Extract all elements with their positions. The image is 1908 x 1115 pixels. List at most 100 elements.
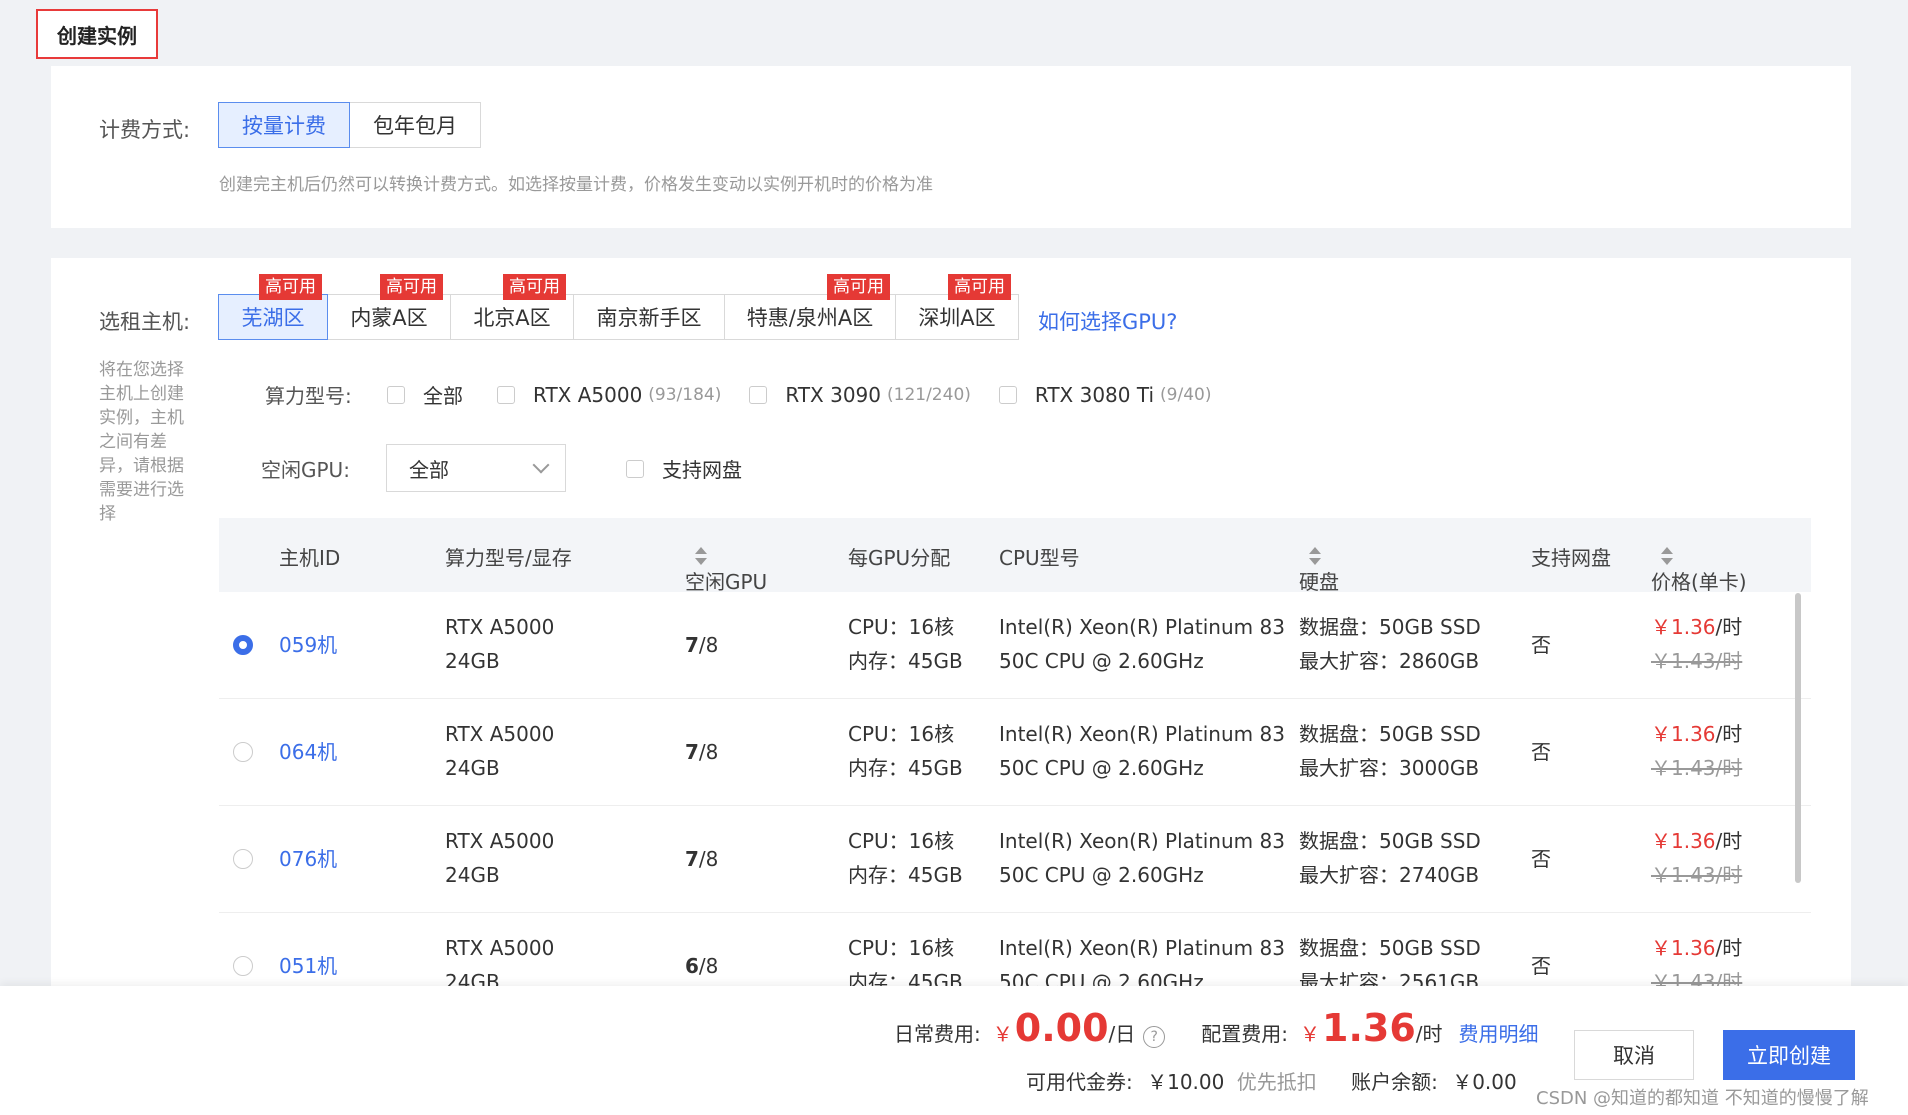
- model-filters: 全部 RTX A5000 (93/184) RTX 3090 (121/240) R…: [387, 380, 1239, 409]
- sort-icon[interactable]: [1661, 546, 1673, 565]
- billing-label: 计费方式:: [99, 118, 191, 142]
- model-filter-label: RTX A5000: [533, 382, 643, 407]
- col-per-gpu: 每GPU分配: [848, 546, 951, 570]
- cost-detail-link[interactable]: 费用明细: [1459, 1018, 1539, 1047]
- row-radio[interactable]: [233, 849, 253, 869]
- gpu-help-link[interactable]: 如何选择GPU?: [1038, 306, 1177, 336]
- netdisk-support: 否: [1531, 954, 1551, 978]
- region-name: 深圳A区: [918, 306, 996, 330]
- table-body: 059机 RTX A5000 24GB 7/8 CPU：16核 内存：45GB Intel(…: [219, 592, 1811, 1018]
- model-count: (9/40): [1160, 384, 1212, 405]
- balance-value: ￥0.00: [1452, 1070, 1517, 1094]
- sort-icon[interactable]: [695, 546, 707, 565]
- region-name: 特惠/泉州A区: [746, 306, 874, 330]
- voucher-label: 可用代金券:: [1026, 1070, 1133, 1094]
- col-model: 算力型号/显存: [445, 546, 572, 570]
- model-filter-all[interactable]: 全部: [387, 380, 469, 409]
- mem-alloc: 内存：45GB: [848, 863, 963, 887]
- model-count: (93/184): [648, 384, 722, 405]
- gpu-vram: 24GB: [445, 756, 500, 780]
- region-tabs: 高可用 芜湖区 高可用 内蒙A区 高可用 北京A区 南京新手区 高可用 特惠/泉…: [218, 274, 1019, 340]
- row-radio[interactable]: [233, 635, 253, 655]
- col-price[interactable]: 价格(单卡): [1651, 542, 1747, 594]
- config-cost-label: 配置费用:: [1201, 1022, 1289, 1046]
- model-count: (121/240): [887, 384, 971, 405]
- help-icon[interactable]: ?: [1143, 1026, 1166, 1048]
- balance-label: 账户余额:: [1351, 1070, 1438, 1094]
- billing-card: 计费方式: 按量计费 包年包月 创建完主机后仍然可以转换计费方式。如选择按量计费…: [51, 66, 1851, 228]
- select-value: 全部: [409, 457, 449, 482]
- sort-icon[interactable]: [1309, 546, 1321, 565]
- host-card: 选租主机: 将在您选择主机上创建实例，主机之间有差异，请根据需要进行选择 高可用…: [51, 258, 1851, 1018]
- region-tab-neimeng-a[interactable]: 高可用 内蒙A区: [327, 274, 451, 340]
- col-cpu: CPU型号: [999, 546, 1080, 570]
- billing-option-pay-as-you-go[interactable]: 按量计费: [218, 102, 350, 148]
- gpu-model: RTX A5000: [445, 722, 555, 746]
- yen-symbol: ￥: [1300, 1022, 1321, 1046]
- billing-option-subscription[interactable]: 包年包月: [349, 102, 481, 148]
- config-cost-value: 1.36: [1322, 1006, 1416, 1050]
- idle-gpu-select[interactable]: 全部: [386, 444, 566, 492]
- checkbox[interactable]: [387, 385, 405, 404]
- host-side-note: 将在您选择主机上创建实例，主机之间有差异，请根据需要进行选择: [99, 360, 184, 524]
- yen-symbol: ￥: [992, 1022, 1013, 1046]
- checkbox[interactable]: [998, 385, 1017, 404]
- region-tab-wuhu[interactable]: 高可用 芜湖区: [218, 274, 328, 340]
- table-row[interactable]: 064机 RTX A5000 24GB 7/8 CPU：16核 内存：45GB Intel(…: [219, 699, 1811, 806]
- cpu-alloc: CPU：16核: [848, 722, 955, 746]
- create-now-button[interactable]: 立即创建: [1723, 1030, 1855, 1080]
- billing-options: 按量计费 包年包月: [218, 102, 481, 148]
- chevron-down-icon: [532, 456, 550, 474]
- data-disk: 数据盘：50GB SSD: [1299, 615, 1481, 639]
- host-id-link[interactable]: 051机: [279, 949, 337, 983]
- region-tag: 高可用: [948, 274, 1011, 300]
- checkbox[interactable]: [497, 385, 515, 404]
- netdisk-filter[interactable]: 支持网盘: [626, 454, 742, 483]
- row-radio[interactable]: [233, 956, 253, 976]
- region-tag: 高可用: [503, 274, 566, 300]
- price: ￥1.36/时: [1651, 615, 1743, 639]
- col-disk[interactable]: 硬盘: [1299, 542, 1339, 594]
- netdisk-support: 否: [1531, 633, 1551, 657]
- netdisk-support: 否: [1531, 740, 1551, 764]
- checkbox[interactable]: [626, 459, 644, 478]
- price: ￥1.36/时: [1651, 722, 1743, 746]
- original-price: ￥1.43/时: [1651, 863, 1743, 887]
- price: ￥1.36/时: [1651, 936, 1743, 960]
- region-tab-nanjing-newbie[interactable]: 南京新手区: [573, 294, 725, 340]
- region-name: 北京A区: [473, 306, 551, 330]
- table-row[interactable]: 076机 RTX A5000 24GB 7/8 CPU：16核 内存：45GB Intel(…: [219, 806, 1811, 913]
- mem-alloc: 内存：45GB: [848, 649, 963, 673]
- cpu-model-line2: 50C CPU @ 2.60GHz: [999, 863, 1204, 887]
- region-name: 芜湖区: [241, 306, 305, 330]
- table-row[interactable]: 059机 RTX A5000 24GB 7/8 CPU：16核 内存：45GB Intel(…: [219, 592, 1811, 699]
- host-id-link[interactable]: 059机: [279, 628, 337, 662]
- gpu-vram: 24GB: [445, 863, 500, 887]
- table-scrollbar[interactable]: [1795, 593, 1801, 883]
- model-filter-rtx-3090[interactable]: RTX 3090 (121/240): [749, 383, 971, 407]
- billing-hint: 创建完主机后仍然可以转换计费方式。如选择按量计费，价格发生变动以实例开机时的价格…: [219, 175, 933, 195]
- region-tab-beijing-a[interactable]: 高可用 北京A区: [450, 274, 574, 340]
- cancel-button[interactable]: 取消: [1574, 1030, 1694, 1080]
- region-tab-quanzhou-a[interactable]: 高可用 特惠/泉州A区: [724, 274, 896, 340]
- model-filter-rtx-a5000[interactable]: RTX A5000 (93/184): [497, 383, 721, 407]
- host-id-link[interactable]: 076机: [279, 842, 337, 876]
- host-table: 主机ID 算力型号/显存 空闲GPU 每GPU分配 CPU型号 硬盘 支持网盘 …: [219, 518, 1811, 1018]
- daily-cost-value: 0.00: [1014, 1006, 1109, 1050]
- cpu-model-line1: Intel(R) Xeon(R) Platinum 83: [999, 936, 1285, 960]
- row-radio[interactable]: [233, 742, 253, 762]
- model-filter-rtx-3080ti[interactable]: RTX 3080 Ti (9/40): [998, 383, 1212, 407]
- region-tab-shenzhen-a[interactable]: 高可用 深圳A区: [895, 274, 1019, 340]
- watermark: CSDN @知道的都知道 不知道的慢慢了解: [1536, 1088, 1869, 1109]
- cpu-model-line1: Intel(R) Xeon(R) Platinum 83: [999, 615, 1285, 639]
- host-id-link[interactable]: 064机: [279, 735, 337, 769]
- table-header: 主机ID 算力型号/显存 空闲GPU 每GPU分配 CPU型号 硬盘 支持网盘 …: [219, 518, 1811, 594]
- free-gpu: 7/8: [685, 847, 719, 871]
- checkbox[interactable]: [749, 385, 768, 404]
- data-disk: 数据盘：50GB SSD: [1299, 722, 1481, 746]
- cpu-model-line1: Intel(R) Xeon(R) Platinum 83: [999, 722, 1285, 746]
- config-cost-unit: /时: [1415, 1022, 1443, 1046]
- cpu-alloc: CPU：16核: [848, 615, 955, 639]
- col-free-gpu[interactable]: 空闲GPU: [685, 542, 767, 594]
- mem-alloc: 内存：45GB: [848, 756, 963, 780]
